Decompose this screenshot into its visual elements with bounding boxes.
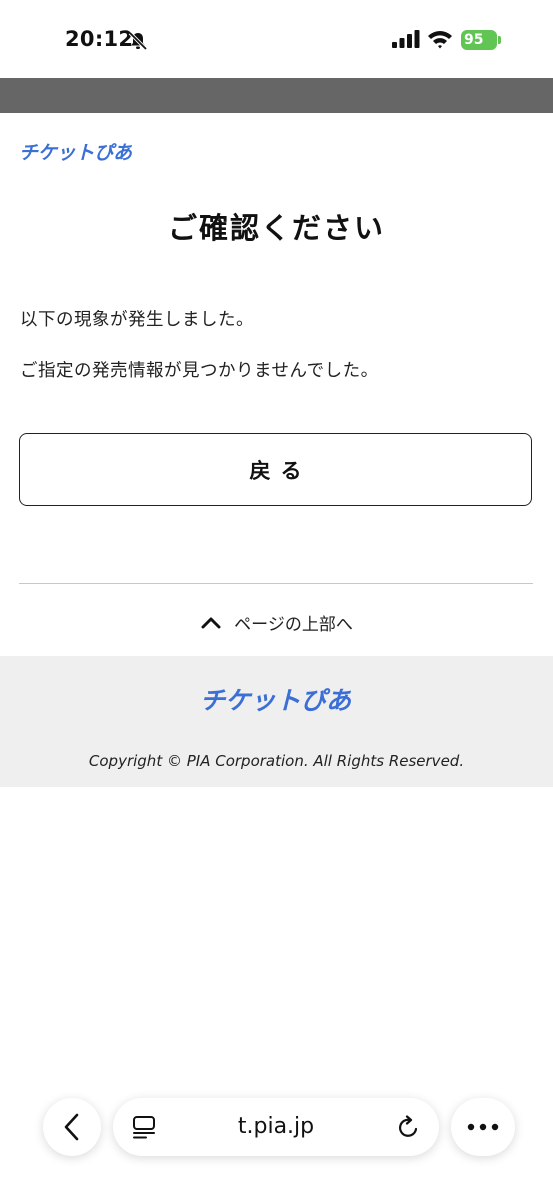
reload-icon[interactable]: [396, 1115, 421, 1140]
footer-logo-text: チケットぴあ: [200, 686, 352, 715]
more-options-button[interactable]: [451, 1098, 515, 1156]
header-band: [0, 78, 553, 113]
footer-ticket-pia-logo[interactable]: チケットぴあ: [200, 682, 353, 716]
copyright-text: Copyright © PIA Corporation. All Rights …: [88, 752, 465, 770]
ticket-pia-logo[interactable]: チケットぴあ: [19, 138, 134, 164]
cellular-signal-icon: [392, 30, 420, 48]
battery-tip: [498, 36, 501, 44]
battery-level: 95: [464, 32, 484, 48]
footer: チケットぴあ Copyright © PIA Corporation. All …: [0, 656, 553, 787]
message-line-1: 以下の現象が発生しました。: [20, 310, 254, 330]
url-text[interactable]: t.pia.jp: [113, 1098, 439, 1156]
browser-back-button[interactable]: [43, 1098, 101, 1156]
back-button[interactable]: 戻る: [19, 433, 532, 506]
status-time: 20:12: [65, 27, 134, 51]
address-bar[interactable]: t.pia.jp: [113, 1098, 439, 1156]
status-bar: 20:12 95: [0, 0, 553, 78]
bell-muted-icon: [128, 31, 148, 51]
message-line-2: ご指定の発売情報が見つかりませんでした。: [20, 361, 379, 381]
battery-indicator: 95: [461, 30, 497, 50]
chevron-left-icon: [64, 1113, 79, 1141]
more-icon: [467, 1123, 499, 1131]
page-title: ご確認ください: [167, 211, 385, 245]
page-top-label: ページの上部へ: [234, 614, 353, 635]
logo-text: チケットぴあ: [19, 142, 133, 164]
wifi-icon: [428, 31, 452, 49]
chevron-up-icon: [201, 617, 221, 629]
divider: [19, 583, 533, 584]
page-top-link[interactable]: ページの上部へ: [0, 608, 553, 636]
